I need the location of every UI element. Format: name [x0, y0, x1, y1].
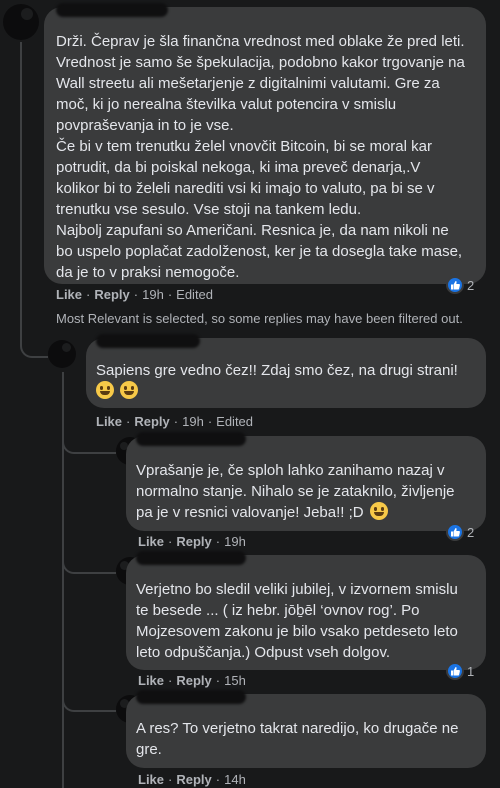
filter-note: Most Relevant is selected, so some repli… [56, 311, 463, 326]
reply-link[interactable]: Reply [94, 287, 129, 302]
like-link[interactable]: Like [56, 287, 82, 302]
reply-actions: Like · Reply · 19h · Edited [96, 414, 254, 429]
like-icon [446, 662, 464, 680]
reply-bubble: A res? To verjetno takrat naredijo, ko d… [126, 690, 486, 768]
thread-line-main [20, 42, 22, 342]
grinning-face-icon [120, 381, 139, 399]
author-name-redacted[interactable] [136, 551, 246, 565]
like-link[interactable]: Like [138, 673, 164, 688]
timestamp[interactable]: 19h [142, 287, 164, 302]
like-link[interactable]: Like [96, 414, 122, 429]
comment-bubble: Drži. Čeprav je šla finančna vrednost me… [44, 3, 486, 284]
reply-bubble: Sapiens gre vedno čez!! Zdaj smo čez, na… [86, 334, 486, 408]
edited-label: Edited [216, 414, 254, 429]
timestamp[interactable]: 15h [224, 673, 246, 688]
timestamp[interactable]: 14h [224, 772, 246, 787]
reaction-count[interactable]: 2 [446, 275, 474, 295]
timestamp[interactable]: 19h [182, 414, 204, 429]
reply-link[interactable]: Reply [134, 414, 169, 429]
comment-text: Drži. Čeprav je šla finančna vrednost me… [56, 33, 465, 281]
like-icon [446, 523, 464, 541]
reply-link[interactable]: Reply [176, 772, 211, 787]
thread-connector-reply3 [62, 550, 116, 574]
thread-connector-reply2 [62, 430, 116, 454]
edited-label: Edited [176, 287, 214, 302]
avatar[interactable] [3, 4, 39, 40]
reply-avatar[interactable] [48, 340, 76, 368]
grinning-face-icon [96, 381, 114, 399]
grinning-face-icon [369, 502, 388, 520]
reply-link[interactable]: Reply [176, 534, 211, 549]
like-link[interactable]: Like [138, 534, 164, 549]
reply-bubble: Verjetno bo sledil veliki jubilej, v izv… [126, 551, 486, 670]
reaction-count[interactable]: 1 [446, 661, 474, 681]
reaction-count[interactable]: 2 [446, 522, 474, 542]
author-name-redacted[interactable] [96, 334, 200, 348]
reply-text: Verjetno bo sledil veliki jubilej, v izv… [136, 581, 458, 661]
reply-text: A res? To verjetno takrat naredijo, ko d… [136, 720, 459, 758]
author-name-redacted[interactable] [136, 690, 246, 704]
reply-text: Sapiens gre vedno čez!! Zdaj smo čez, na… [96, 360, 458, 402]
reply-text: Vprašanje je, če sploh lahko zanihamo na… [136, 462, 455, 521]
author-name-redacted[interactable] [136, 432, 246, 446]
timestamp[interactable]: 19h [224, 534, 246, 549]
reply-actions: Like · Reply · 15h [138, 673, 246, 688]
like-link[interactable]: Like [138, 772, 164, 787]
reply-actions: Like · Reply · 19h [138, 534, 246, 549]
like-icon [446, 276, 464, 294]
thread-connector-reply1 [20, 300, 48, 358]
author-name-redacted[interactable] [56, 3, 168, 17]
comment-actions: Like · Reply · 19h · Edited [56, 287, 214, 302]
thread-connector-reply4 [62, 688, 116, 712]
reply-actions: Like · Reply · 14h [138, 772, 246, 787]
reply-link[interactable]: Reply [176, 673, 211, 688]
reply-bubble: Vprašanje je, če sploh lahko zanihamo na… [126, 432, 486, 531]
